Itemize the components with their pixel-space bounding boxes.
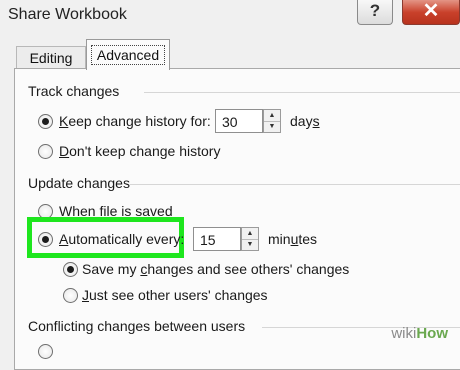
save-and-see-text-a: Save my (82, 261, 141, 277)
save-and-see-radio[interactable] (63, 262, 78, 277)
auto-every-accel: A (59, 231, 69, 247)
section-divider (130, 184, 460, 185)
conflict-option-radio[interactable] (38, 344, 53, 359)
auto-minutes-input[interactable]: 15 (193, 227, 241, 251)
just-see-text: ust see other users' changes (89, 287, 268, 303)
keep-days-input[interactable]: 30 (215, 109, 263, 133)
save-and-see-text-b: hanges and see others' changes (147, 261, 350, 277)
auto-every-label[interactable]: Automatically every: (59, 231, 184, 247)
dialog-title: Share Workbook (8, 6, 127, 23)
keep-history-text: eep change history for: (68, 113, 211, 129)
tab-editing[interactable]: Editing (16, 46, 86, 69)
dont-keep-text: on't keep change history (69, 143, 221, 159)
days-accel: s (312, 113, 320, 129)
minutes-unit-label: minutes (268, 231, 317, 247)
track-changes-heading: Track changes (28, 83, 120, 99)
days-unit-label: days (290, 113, 320, 129)
keep-history-radio[interactable] (38, 114, 53, 129)
watermark-how: How (416, 325, 448, 342)
close-button[interactable]: ✕ (402, 0, 460, 25)
help-button[interactable]: ? (357, 0, 393, 25)
update-changes-heading: Update changes (28, 175, 130, 191)
minutes-text-a: min (268, 231, 291, 247)
keep-days-spinner[interactable]: ▲ ▼ (263, 109, 281, 133)
save-and-see-label[interactable]: Save my changes and see others' changes (82, 261, 349, 277)
watermark: wikiHow (391, 325, 448, 342)
auto-every-radio[interactable] (38, 232, 53, 247)
days-text: day (290, 113, 313, 129)
keep-history-accel: K (59, 113, 69, 129)
spin-down-icon[interactable]: ▼ (242, 239, 258, 250)
just-see-radio[interactable] (63, 288, 78, 303)
dont-keep-accel: D (59, 143, 70, 159)
just-see-label[interactable]: Just see other users' changes (82, 287, 268, 303)
dont-keep-history-label[interactable]: Don't keep change history (59, 143, 220, 159)
auto-minutes-spinner[interactable]: ▲ ▼ (241, 227, 259, 251)
auto-every-text: utomatically every: (68, 231, 185, 247)
watermark-wiki: wiki (391, 325, 417, 342)
dont-keep-history-radio[interactable] (38, 144, 53, 159)
spin-down-icon[interactable]: ▼ (264, 121, 280, 132)
keep-history-label[interactable]: Keep change history for: (59, 113, 211, 129)
minutes-text-b: tes (298, 231, 318, 247)
section-divider (144, 92, 460, 93)
just-see-accel: J (82, 287, 89, 303)
tab-focus-ring (91, 45, 165, 65)
tab-advanced[interactable]: Advanced (86, 39, 170, 70)
conflicting-changes-heading: Conflicting changes between users (28, 318, 246, 334)
title-bar: Share Workbook ? ✕ (0, 0, 460, 36)
